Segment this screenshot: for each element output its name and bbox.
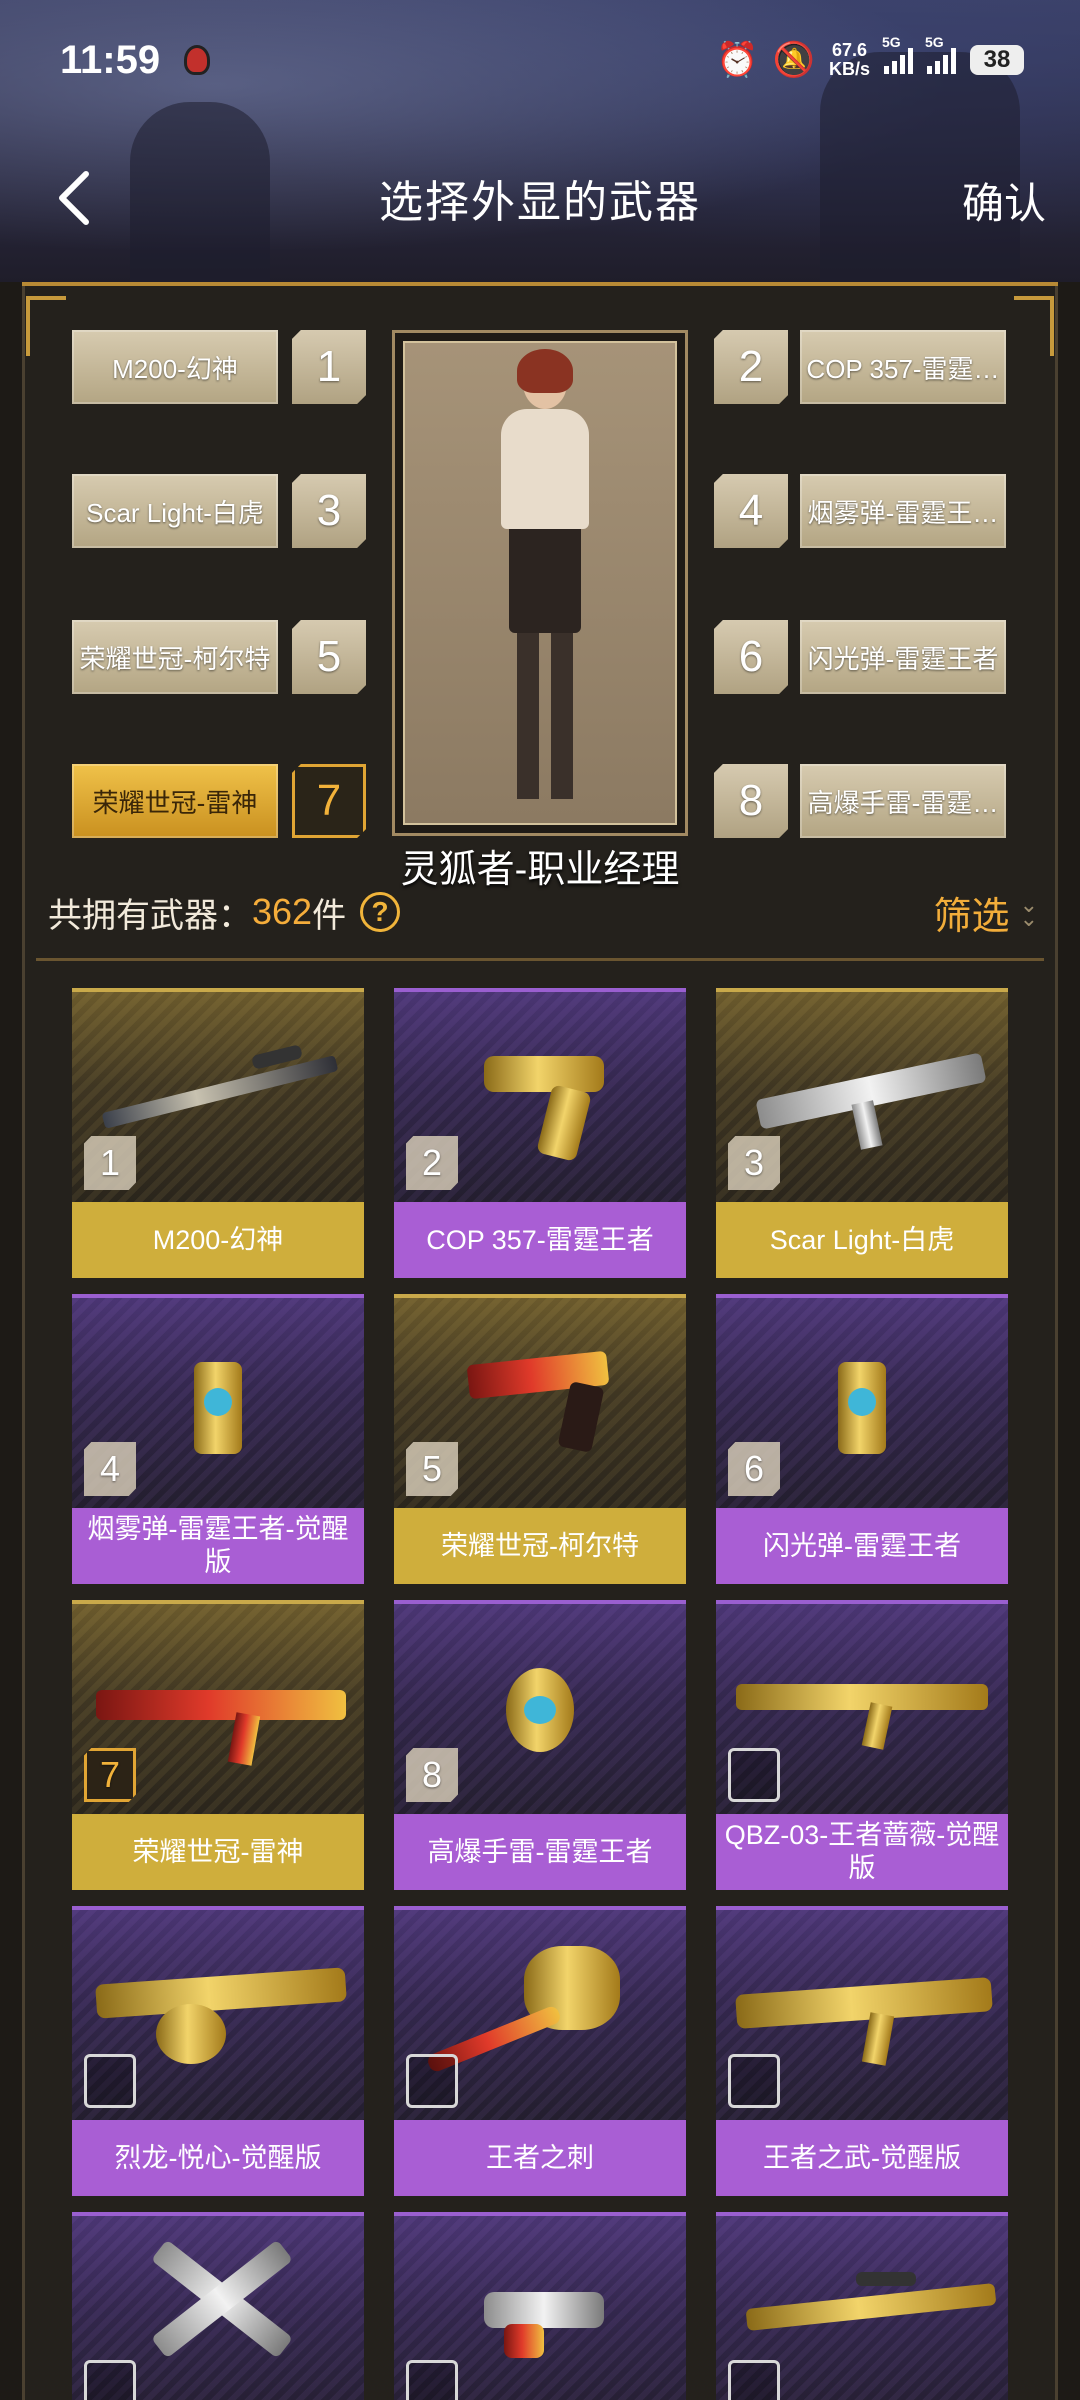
- filter-label: 筛选: [933, 895, 1010, 938]
- weapon-card-colt[interactable]: 5 荣耀世冠-柯尔特: [394, 1294, 686, 1584]
- weapon-name: COP 357-雷霆王者: [394, 1202, 686, 1278]
- loadout-slot-6-name[interactable]: 闪光弹-雷霆王者: [800, 620, 1006, 694]
- app-notification-icon: [184, 45, 211, 75]
- network-speed-unit: KB/s: [828, 59, 870, 79]
- weapon-name: 烟雾弹-雷霆王者-觉醒版: [72, 1508, 364, 1584]
- weapon-name: 闪光弹-雷霆王者: [716, 1508, 1008, 1584]
- signal-type-label: 5G: [882, 34, 901, 50]
- loadout-slot-4-name[interactable]: 烟雾弹-雷霆王…: [800, 474, 1006, 548]
- weapon-card-kings-thorn[interactable]: 王者之刺: [394, 1906, 686, 2196]
- character-portrait: [392, 330, 688, 836]
- weapon-slot-badge: 7: [84, 1748, 136, 1802]
- confirm-button[interactable]: 确认: [962, 170, 1046, 231]
- network-speed: 67.6 KB/s: [829, 41, 870, 79]
- loadout-slot-4-number[interactable]: 4: [714, 474, 788, 548]
- loadout-slot-1-number[interactable]: 1: [292, 330, 366, 404]
- loadout-slot-8-name[interactable]: 高爆手雷-雷霆…: [800, 764, 1006, 838]
- battery-indicator: 38: [970, 45, 1024, 75]
- character-image: [403, 341, 677, 825]
- weapon-name: 烈龙-悦心-觉醒版: [72, 2120, 364, 2196]
- loadout-slot-3-number[interactable]: 3: [292, 474, 366, 548]
- loadout-slot-7-number[interactable]: 7: [292, 764, 366, 838]
- weapon-count-label: 共拥有武器：: [48, 896, 252, 935]
- weapon-slot-badge: 1: [84, 1136, 136, 1190]
- weapon-card-flashbang[interactable]: 6 闪光弹-雷霆王者: [716, 1294, 1008, 1584]
- loadout-slot-1-name[interactable]: M200-幻神: [72, 330, 278, 404]
- weapon-name: 荣耀世冠-柯尔特: [394, 1508, 686, 1584]
- weapon-select-checkbox[interactable]: [406, 2054, 458, 2108]
- loadout-slot-7-name[interactable]: 荣耀世冠-雷神: [72, 764, 278, 838]
- weapon-card-qbz03[interactable]: QBZ-03-王者蔷薇-觉醒版: [716, 1600, 1008, 1890]
- question-circle-icon[interactable]: ?: [360, 892, 401, 932]
- weapon-card-thunder-god[interactable]: 7 荣耀世冠-雷神: [72, 1600, 364, 1890]
- weapon-select-checkbox[interactable]: [728, 1748, 780, 1802]
- loadout-slot-5-name[interactable]: 荣耀世冠-柯尔特: [72, 620, 278, 694]
- weapon-name: M200-幻神: [72, 1202, 364, 1278]
- panel-corner-decoration: [1014, 296, 1054, 356]
- weapon-count-row: 共拥有武器： 362 件 ? 筛选 ⌄ ⌄: [48, 884, 1038, 940]
- weapon-select-checkbox[interactable]: [84, 2054, 136, 2108]
- weapon-card-m200[interactable]: 1 M200-幻神: [72, 988, 364, 1278]
- panel-corner-decoration: [26, 296, 66, 356]
- weapon-card-scar-light[interactable]: 3 Scar Light-白虎: [716, 988, 1008, 1278]
- weapon-select-checkbox[interactable]: [406, 2360, 458, 2400]
- loadout-slot-3-name[interactable]: Scar Light-白虎: [72, 474, 278, 548]
- bell-off-icon: 🔕: [772, 41, 815, 79]
- weapon-select-checkbox[interactable]: [728, 2360, 780, 2400]
- weapon-card-smoke-grenade[interactable]: 4 烟雾弹-雷霆王者-觉醒版: [72, 1294, 364, 1584]
- weapon-name: QBZ-03-王者蔷薇-觉醒版: [716, 1814, 1008, 1890]
- weapon-slot-badge: 3: [728, 1136, 780, 1190]
- signal-type-label: 5G: [925, 34, 944, 50]
- weapon-card-fire-dragon[interactable]: 烈龙-悦心-觉醒版: [72, 1906, 364, 2196]
- weapon-slot-badge: 6: [728, 1442, 780, 1496]
- weapon-slot-badge: 8: [406, 1748, 458, 1802]
- status-time: 11:59: [60, 37, 161, 82]
- weapon-select-checkbox[interactable]: [728, 2054, 780, 2108]
- weapon-select-checkbox[interactable]: [84, 2360, 136, 2400]
- weapon-slot-badge: 5: [406, 1442, 458, 1496]
- back-button[interactable]: [44, 164, 104, 232]
- chevron-left-icon: [59, 171, 89, 225]
- weapon-slot-badge: 4: [84, 1442, 136, 1496]
- panel-border: [22, 282, 1058, 298]
- weapon-card-he-grenade[interactable]: 8 高爆手雷-雷霆王者: [394, 1600, 686, 1890]
- loadout-slot-2-number[interactable]: 2: [714, 330, 788, 404]
- chevron-down-icon: ⌄ ⌄: [1019, 892, 1038, 931]
- weapon-name: 王者之刺: [394, 2120, 686, 2196]
- weapon-name: 荣耀世冠-雷神: [72, 1814, 364, 1890]
- signal-strength-icon: 5G: [925, 34, 956, 74]
- loadout-slot-5-number[interactable]: 5: [292, 620, 366, 694]
- page-title: 选择外显的武器: [379, 178, 701, 227]
- network-speed-value: 67.6: [831, 40, 868, 60]
- weapon-count-value: 362: [252, 891, 313, 932]
- loadout-slot-6-number[interactable]: 6: [714, 620, 788, 694]
- loadout-slot-2-name[interactable]: COP 357-雷霆…: [800, 330, 1006, 404]
- weapon-slot-badge: 2: [406, 1136, 458, 1190]
- signal-strength-icon: 5G: [882, 34, 913, 74]
- header: 选择外显的武器 确认: [0, 150, 1080, 246]
- alarm-icon: ⏰: [716, 41, 759, 79]
- weapon-name: Scar Light-白虎: [716, 1202, 1008, 1278]
- weapon-card-cop357[interactable]: 2 COP 357-雷霆王者: [394, 988, 686, 1278]
- weapon-name: 高爆手雷-雷霆王者: [394, 1814, 686, 1890]
- weapon-card-row5-1[interactable]: [72, 2212, 364, 2400]
- loadout-slot-8-number[interactable]: 8: [714, 764, 788, 838]
- weapon-count-unit: 件: [312, 896, 347, 935]
- weapon-name: 王者之武-觉醒版: [716, 2120, 1008, 2196]
- weapon-card-row5-2[interactable]: [394, 2212, 686, 2400]
- status-bar: 11:59 ⏰ 🔕 67.6 KB/s 5G 5G 38: [0, 0, 1080, 120]
- status-indicators: ⏰ 🔕 67.6 KB/s 5G 5G 38: [716, 34, 1024, 80]
- filter-button[interactable]: 筛选 ⌄ ⌄: [934, 885, 1038, 940]
- weapon-card-kings-force[interactable]: 王者之武-觉醒版: [716, 1906, 1008, 2196]
- divider: [36, 958, 1044, 961]
- weapon-card-row5-3[interactable]: [716, 2212, 1008, 2400]
